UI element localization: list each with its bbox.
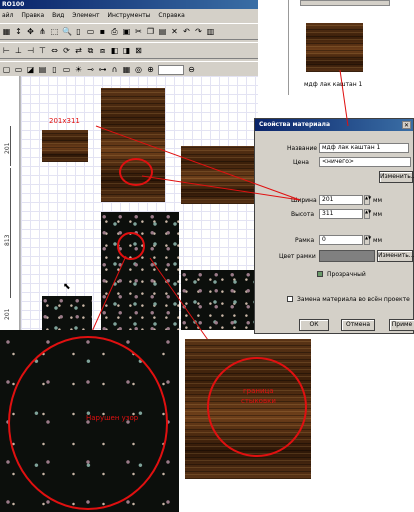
zoom-wood-circle: [207, 357, 307, 457]
zoom-wood-view: граница стыковки: [185, 339, 311, 479]
line-floral-to-zoom: [89, 255, 127, 337]
line-swatch-to-dialog: [339, 69, 349, 127]
line-wood-to-width: [141, 175, 301, 201]
line-wood-to-zoom: [149, 257, 209, 341]
line-size-to-width: [95, 125, 301, 201]
zoom-floral-circle: [8, 336, 168, 510]
zoom-floral-view: Нарушен узор: [0, 330, 179, 512]
zoom-floral-text: Нарушен узор: [86, 414, 139, 422]
zoom-wood-text-2: стыковки: [241, 397, 276, 405]
zoom-wood-text-1: граница: [243, 387, 274, 395]
